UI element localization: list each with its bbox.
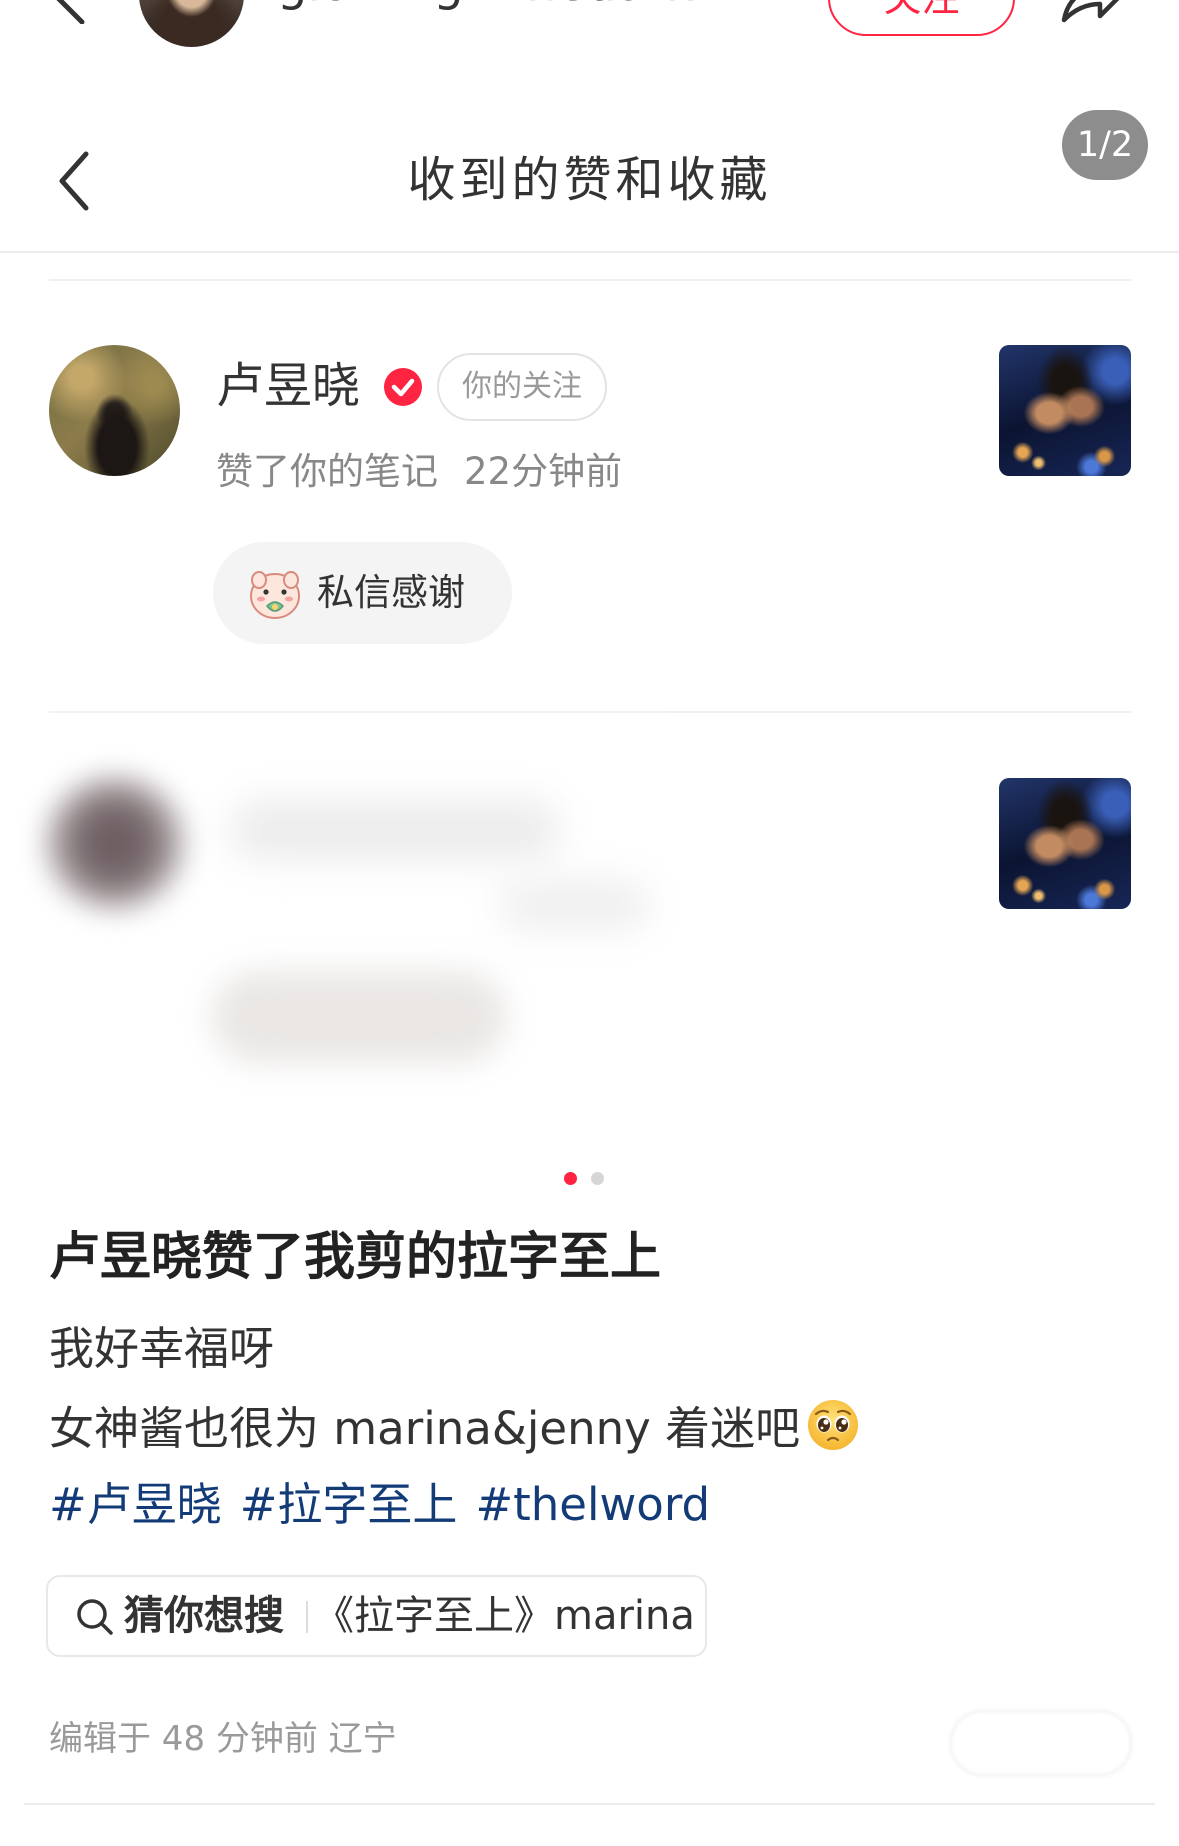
notification-subtext: 赞了你的笔记 22分钟前 bbox=[216, 448, 622, 496]
liked-note-thumbnail[interactable] bbox=[999, 345, 1131, 476]
sheet-title: 收到的赞和收藏 bbox=[407, 152, 772, 208]
search-suggestion-chip[interactable]: 猜你想搜 《拉字至上》marina bbox=[46, 1575, 707, 1657]
search-separator bbox=[306, 1601, 308, 1633]
verified-check-icon bbox=[384, 368, 422, 406]
follow-button[interactable]: 关注 bbox=[828, 0, 1015, 36]
liked-note-thumbnail-2[interactable] bbox=[999, 778, 1131, 909]
list-top-divider bbox=[49, 279, 1131, 281]
edited-info: 编辑于 48 分钟前 辽宁 bbox=[49, 1719, 397, 1759]
search-icon bbox=[77, 1599, 113, 1635]
blurred-dm-button bbox=[212, 972, 506, 1062]
note-body-line-2: 女神酱也很为 marina&jenny 着迷吧 bbox=[49, 1398, 860, 1458]
header-divider bbox=[0, 251, 1179, 253]
carousel-dot-active bbox=[564, 1172, 577, 1185]
search-suggestion-query: 《拉字至上》marina bbox=[314, 1593, 695, 1639]
author-avatar[interactable] bbox=[139, 0, 244, 47]
blurred-avatar bbox=[47, 778, 183, 908]
dm-thanks-button[interactable]: 私信感谢 bbox=[213, 542, 512, 644]
note-title: 卢昱晓赞了我剪的拉字至上 bbox=[49, 1228, 662, 1287]
carousel-dot bbox=[591, 1172, 604, 1185]
note-body-line: 我好幸福呀 bbox=[49, 1322, 275, 1375]
note-body-text: 女神酱也很为 marina&jenny 着迷吧 bbox=[49, 1402, 801, 1455]
dm-thanks-label: 私信感谢 bbox=[317, 571, 465, 614]
notification-action: 赞了你的笔记 bbox=[216, 450, 438, 493]
blurred-subtext bbox=[500, 880, 650, 930]
following-badge: 你的关注 bbox=[437, 353, 607, 421]
blurred-name bbox=[230, 800, 560, 860]
hashtag-link[interactable]: #拉字至上 bbox=[240, 1478, 458, 1531]
hashtag-link[interactable]: #thelword bbox=[475, 1478, 710, 1531]
pleading-face-emoji bbox=[808, 1400, 859, 1450]
list-item-divider bbox=[49, 711, 1131, 713]
notification-avatar[interactable] bbox=[49, 345, 180, 476]
image-page-counter: 1/2 bbox=[1062, 110, 1148, 180]
footer-divider bbox=[24, 1803, 1155, 1805]
share-arrow-icon[interactable] bbox=[1056, 0, 1126, 26]
thank-you-sticker-icon bbox=[250, 571, 300, 619]
notification-user-name[interactable]: 卢昱晓 bbox=[216, 356, 360, 416]
search-suggestion-label: 猜你想搜 bbox=[124, 1593, 284, 1639]
notification-time: 22分钟前 bbox=[464, 450, 623, 493]
back-chevron-icon[interactable] bbox=[50, 0, 90, 24]
footer-pill-button[interactable] bbox=[950, 1710, 1132, 1776]
note-hashtags: #卢昱晓 #拉字至上 #thelword bbox=[49, 1476, 728, 1534]
author-username[interactable]: glowinginthedark bbox=[277, 0, 694, 12]
hashtag-link[interactable]: #卢昱晓 bbox=[49, 1478, 222, 1531]
